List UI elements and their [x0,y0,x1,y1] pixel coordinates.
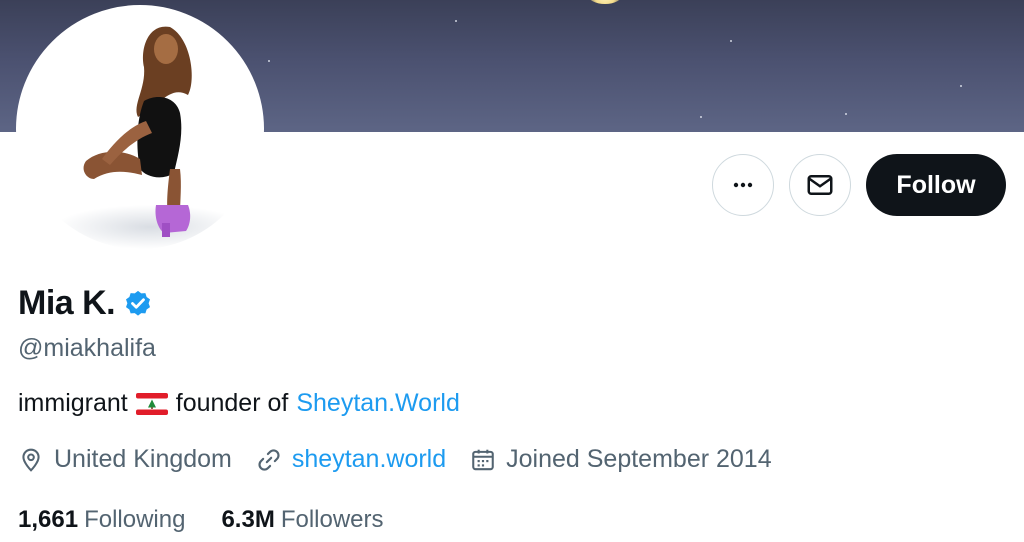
display-name: Mia K. [18,284,116,322]
profile-meta: United Kingdom sheytan.world Joined Sept… [18,445,772,474]
banner-star [730,40,732,42]
location-item: United Kingdom [18,445,232,474]
following-stat[interactable]: 1,661 Following [18,506,185,534]
banner-star [700,116,702,118]
profile-stats: 1,661 Following 6.3M Followers [18,506,384,534]
follow-button[interactable]: Follow [866,154,1006,216]
bio-text-prefix: immigrant [18,389,128,417]
website-item[interactable]: sheytan.world [256,445,446,474]
banner-star [268,60,270,62]
location-text: United Kingdom [54,445,232,473]
profile-actions: Follow [712,154,1006,216]
following-label: Following [84,506,186,533]
following-count: 1,661 [18,506,79,533]
followers-count: 6.3M [221,506,275,533]
calendar-icon [472,449,494,470]
joined-item: Joined September 2014 [470,445,772,474]
bio-link[interactable]: Sheytan.World [296,389,460,418]
followers-stat[interactable]: 6.3M Followers [221,506,383,534]
banner-star [845,113,847,115]
message-button[interactable] [789,154,851,216]
ellipsis-icon [733,182,753,188]
website-link[interactable]: sheytan.world [292,445,446,474]
banner-star [455,20,457,22]
profile-bio: immigrant founder of Sheytan.World [18,389,460,418]
envelope-icon [807,175,833,195]
more-options-button[interactable] [712,154,774,216]
banner-star [960,85,962,87]
joined-text: Joined September 2014 [506,445,772,473]
location-pin-icon [22,448,40,472]
display-name-row: Mia K. [18,284,153,323]
link-icon [258,448,280,471]
bio-text-middle: founder of [175,389,289,417]
banner-moon [588,0,622,4]
profile-avatar[interactable] [16,5,264,253]
verified-badge-icon[interactable] [123,289,153,319]
lebanon-flag-icon [135,392,168,415]
followers-label: Followers [280,506,384,533]
avatar-illustration [55,26,245,249]
user-handle: @miakhalifa [18,334,156,362]
